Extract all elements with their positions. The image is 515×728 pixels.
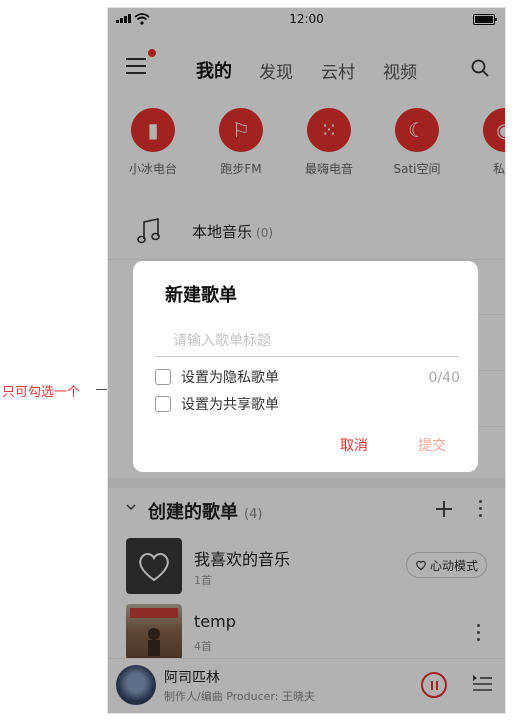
phone-screen: 12:00 我的 发现 云村 视频 ▮ 小冰电台 ⚐ 跑步FM ⁙ 最嗨电音 ☾… [108, 8, 505, 713]
char-counter: 0/40 [428, 370, 460, 386]
shared-checkbox-label: 设置为共享歌单 [181, 397, 279, 413]
playlist-title-input[interactable] [155, 325, 459, 357]
private-checkbox-label: 设置为隐私歌单 [181, 370, 279, 386]
shared-playlist-option[interactable]: 设置为共享歌单 [155, 393, 279, 415]
submit-button[interactable]: 提交 [418, 435, 446, 455]
new-playlist-dialog: 新建歌单 0/40 设置为隐私歌单 设置为共享歌单 取消 提交 [133, 261, 478, 472]
private-checkbox[interactable] [155, 369, 171, 385]
annotation-label: 只可勾选一个 [2, 385, 81, 400]
private-playlist-option[interactable]: 设置为隐私歌单 [155, 366, 279, 388]
cancel-button[interactable]: 取消 [340, 435, 368, 455]
dialog-title: 新建歌单 [165, 285, 237, 306]
shared-checkbox[interactable] [155, 396, 171, 412]
